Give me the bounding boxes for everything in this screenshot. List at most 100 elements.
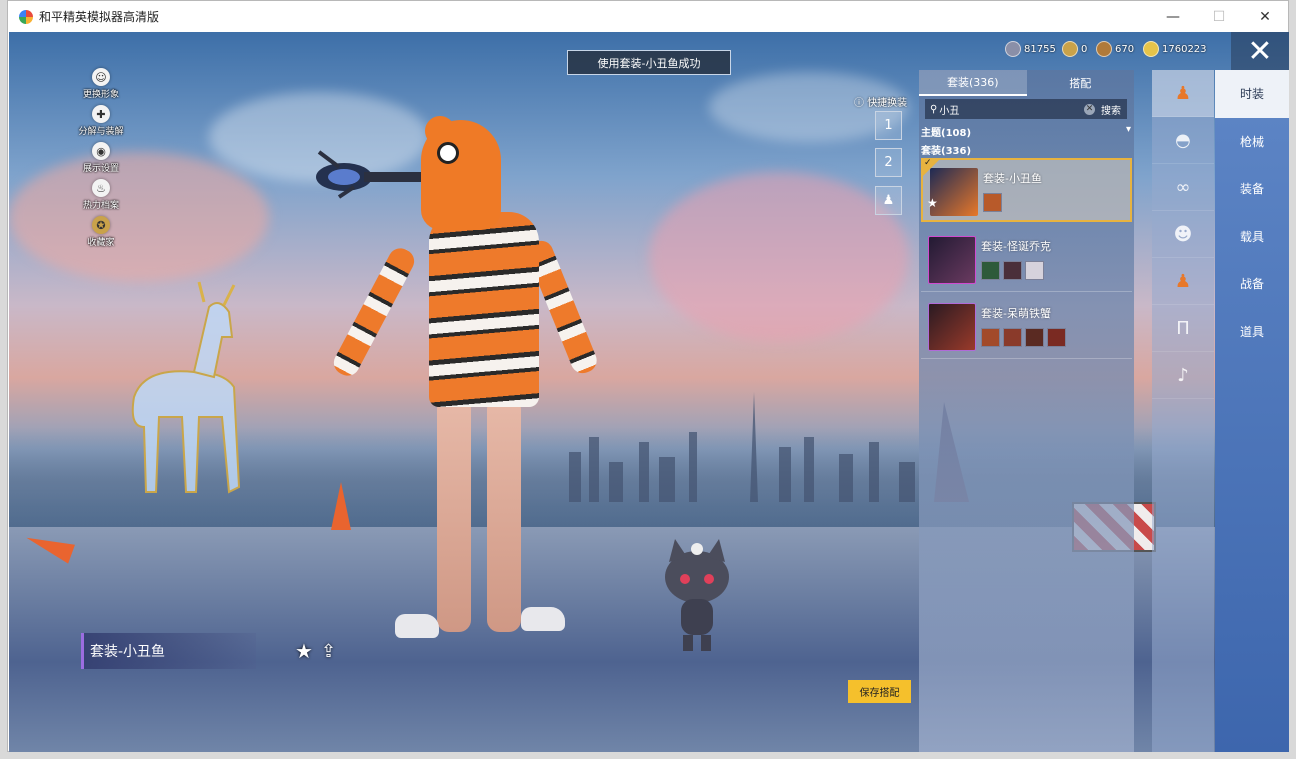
puzzle-icon: ✚	[92, 105, 110, 123]
category-tab-items[interactable]: 道具	[1215, 308, 1289, 356]
search-button[interactable]: 搜索	[1101, 102, 1121, 117]
minimize-button[interactable]: —	[1150, 1, 1196, 32]
title-bar: 和平精英模拟器高清版 — ☐ ✕	[8, 1, 1288, 32]
currency-value: 1760223	[1162, 43, 1207, 55]
character-shoe	[395, 614, 439, 638]
left-menu-label: 更换形象	[82, 90, 119, 100]
caret-down-icon: ▾	[1125, 124, 1131, 135]
part-thumbnail	[983, 193, 1002, 212]
outfit-thumbnail	[928, 303, 976, 351]
cloud	[9, 152, 269, 282]
left-menu-item-change-look[interactable]: ☺ 更换形象	[71, 68, 131, 105]
category-tab-vehicles[interactable]: 载具	[1215, 213, 1289, 261]
top-icon: ♟	[1174, 270, 1192, 292]
quick-slot-1[interactable]: 1	[875, 111, 902, 140]
category-mask[interactable]: ☻	[1152, 211, 1214, 258]
panel-tabs: 套装(336) 搭配	[919, 70, 1134, 96]
window-controls: — ☐ ✕	[1150, 1, 1288, 32]
theme-filter-dropdown[interactable]: 主题(108) ▾	[921, 124, 1131, 139]
eye-icon: ◉	[92, 142, 110, 160]
left-menu-label: 热力档案	[82, 201, 119, 211]
left-menu-label: 收藏家	[87, 238, 115, 248]
outfit-icon: ♟	[1174, 82, 1192, 104]
outfit-parts	[981, 328, 1066, 347]
search-icon: ⚲	[930, 103, 938, 115]
outfit-parts	[981, 261, 1044, 280]
quick-slot-outfit[interactable]: ♟	[875, 186, 902, 215]
tab-outfits[interactable]: 套装(336)	[919, 70, 1027, 96]
app-logo-icon	[19, 9, 33, 24]
category-tab-equipment[interactable]: 装备	[1215, 165, 1289, 213]
left-menu-item-display-settings[interactable]: ◉ 展示设置	[71, 142, 131, 179]
medal-icon: ✪	[92, 216, 110, 234]
left-menu: ☺ 更换形象 ✚ 分解与装解 ◉ 展示设置 ♨ 热力档案 ✪ 收藏家	[71, 68, 131, 253]
character-arm	[329, 244, 419, 380]
left-menu-item-decompose[interactable]: ✚ 分解与装解	[71, 105, 131, 142]
window-title: 和平精英模拟器高清版	[39, 10, 160, 24]
currency-value: 0	[1081, 43, 1088, 55]
part-thumbnail	[1047, 328, 1066, 347]
currency-token: 0	[1062, 41, 1087, 57]
toast-message: 使用套装-小丑鱼成功	[567, 50, 731, 75]
silver-coin-icon	[1005, 41, 1021, 57]
cloud	[649, 172, 909, 342]
category-top[interactable]: ♟	[1152, 258, 1214, 305]
part-thumbnail	[1003, 328, 1022, 347]
maximize-button[interactable]: ☐	[1196, 1, 1242, 32]
category-goggles[interactable]: ∞	[1152, 164, 1214, 211]
part-thumbnail	[1003, 261, 1022, 280]
section-title: 套装(336)	[921, 146, 972, 157]
quick-slot-2[interactable]: 2	[875, 148, 902, 177]
currency-bronze: 670	[1096, 41, 1134, 57]
outfit-card[interactable]: 套装-怪诞乔克	[921, 228, 1132, 292]
currency-gold: 1760223	[1143, 41, 1207, 57]
outfit-card[interactable]: ✓ ★ 套装-小丑鱼	[921, 158, 1132, 222]
quick-change-label: ⓘ 快捷换装	[854, 98, 908, 109]
save-outfit-button[interactable]: 保存搭配	[848, 680, 911, 703]
app-window: 和平精英模拟器高清版 — ☐ ✕ ☺ 更换形象 ✚ 分解与装解 ◉ 展示设置 ♨…	[7, 0, 1289, 752]
clear-icon[interactable]: ✕	[1084, 103, 1095, 115]
gold-coin-icon	[1143, 41, 1159, 57]
search-bar: ⚲ 小丑 ✕ 搜索	[925, 99, 1127, 119]
pants-icon: Π	[1176, 317, 1190, 339]
crystal-horse-mount	[131, 281, 241, 494]
close-window-button[interactable]: ✕	[1242, 1, 1288, 32]
person-icon: ☺	[92, 68, 110, 86]
category-shoes[interactable]: ♪	[1152, 352, 1214, 399]
category-outfit[interactable]: ♟	[1152, 70, 1214, 117]
currency-silver: 81755	[1005, 41, 1056, 57]
left-menu-item-collector[interactable]: ✪ 收藏家	[71, 216, 131, 253]
category-icon-column: ♟ ◓ ∞ ☻ ♟ Π ♪	[1152, 70, 1214, 752]
drone-backpack	[316, 150, 424, 199]
category-tab-gear[interactable]: 战备	[1215, 260, 1289, 308]
current-outfit-label: 套装-小丑鱼	[81, 633, 256, 669]
left-menu-label: 展示设置	[82, 164, 119, 174]
check-icon: ✓	[924, 158, 932, 168]
category-tab-weapons[interactable]: 枪械	[1215, 118, 1289, 166]
favorite-star-icon[interactable]: ★	[295, 639, 313, 663]
city-skyline	[569, 392, 969, 502]
close-game-screen-icon[interactable]: ✕	[1231, 32, 1289, 70]
category-tab-fashion[interactable]: 时装	[1215, 70, 1289, 118]
star-icon: ★	[927, 196, 938, 210]
outfit-name: 套装-小丑鱼	[983, 172, 1042, 185]
outfit-panel: 套装(336) 搭配 ⚲ 小丑 ✕ 搜索 主题(108) ▾ 套装(336) ✓…	[919, 70, 1134, 752]
outfit-thumbnail	[928, 236, 976, 284]
category-helmet[interactable]: ◓	[1152, 117, 1214, 164]
part-thumbnail	[1025, 261, 1044, 280]
mask-icon: ☻	[1173, 223, 1193, 245]
shoes-icon: ♪	[1177, 364, 1189, 386]
outfit-card[interactable]: 套装-呆萌铁蟹	[921, 295, 1132, 359]
left-menu-label: 分解与装解	[78, 127, 124, 137]
search-input[interactable]: 小丑	[939, 102, 1084, 117]
part-thumbnail	[981, 261, 1000, 280]
outfit-name: 套装-怪诞乔克	[981, 240, 1051, 253]
category-pants[interactable]: Π	[1152, 305, 1214, 352]
left-menu-item-heat-archive[interactable]: ♨ 热力档案	[71, 179, 131, 216]
clownfish-outfit	[429, 212, 539, 407]
tab-combos[interactable]: 搭配	[1027, 70, 1135, 96]
quick-change-text: 快捷换装	[867, 98, 908, 109]
share-icon[interactable]: ⇪	[321, 641, 336, 662]
goggles-icon: ∞	[1175, 176, 1191, 198]
character-leg	[437, 397, 471, 632]
